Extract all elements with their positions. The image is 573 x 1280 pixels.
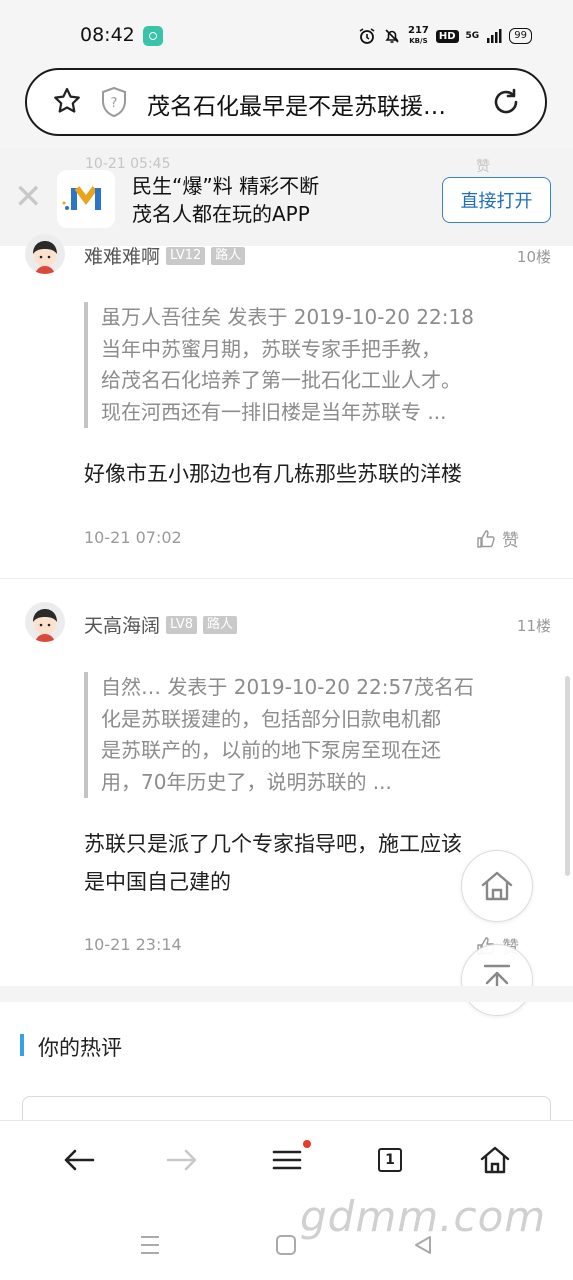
network-speed: 217 KB/S xyxy=(408,26,429,46)
forward-arrow-icon[interactable] xyxy=(162,1140,202,1180)
role-badge: 路人 xyxy=(203,615,238,634)
svg-text:?: ? xyxy=(111,96,118,111)
mute-bell-icon xyxy=(385,29,399,43)
banner-subline: 茂名人都在玩的APP xyxy=(132,202,310,226)
status-icons: 217 KB/S HD 5G 99 xyxy=(358,22,532,50)
home-nav-icon[interactable] xyxy=(275,1234,297,1260)
hot-comments-title: 你的热评 xyxy=(38,1036,122,1060)
username[interactable]: 难难难啊 xyxy=(84,242,160,269)
username[interactable]: 天高海阔 xyxy=(84,611,160,638)
user-info: 天高海阔 LV8 路人 xyxy=(84,611,238,638)
open-app-button[interactable]: 直接打开 xyxy=(442,177,551,223)
browser-home-icon[interactable] xyxy=(475,1140,515,1180)
tab-count: 1 xyxy=(378,1148,402,1172)
close-icon[interactable]: ✕ xyxy=(14,180,43,214)
tabs-button[interactable]: 1 xyxy=(370,1140,410,1180)
battery-indicator: 99 xyxy=(509,28,532,44)
hd-badge: HD xyxy=(435,29,459,43)
like-button[interactable]: 赞 xyxy=(476,526,519,551)
quoted-comment[interactable]: 虽万人吾往矣 发表于 2019-10-20 22:18 当年中苏蜜月期，苏联专家… xyxy=(84,302,541,428)
quote-line: 用，70年历史了，说明苏联的 ... xyxy=(101,769,392,794)
avatar[interactable] xyxy=(25,234,65,274)
shield-question-icon[interactable]: ? xyxy=(100,86,128,118)
comment-divider xyxy=(0,578,573,579)
comment-line: 好像市五小那边也有几栋那些苏联的洋楼 xyxy=(84,462,462,486)
alarm-icon xyxy=(359,28,375,44)
level-badge: LV12 xyxy=(166,246,206,265)
hidden-like: 赞 xyxy=(476,159,490,175)
quote-line: 自然… 发表于 2019-10-20 22:57茂名石 xyxy=(101,675,474,699)
comment-text: 好像市五小那边也有几栋那些苏联的洋楼 xyxy=(84,455,544,493)
star-icon[interactable] xyxy=(52,86,82,122)
level-badge: LV8 xyxy=(166,615,197,634)
recents-icon[interactable] xyxy=(138,1234,162,1260)
menu-icon[interactable] xyxy=(267,1140,307,1180)
back-arrow-icon[interactable] xyxy=(59,1140,99,1180)
user-info: 难难难啊 LV12 路人 xyxy=(84,242,246,269)
floor-number: 10楼 xyxy=(516,248,551,266)
reload-icon[interactable] xyxy=(490,86,522,118)
notification-app-icon xyxy=(143,26,163,46)
quote-line: 是苏联产的，以前的地下泵房至现在还 xyxy=(101,738,441,762)
like-label: 赞 xyxy=(502,531,519,551)
floor-number: 11楼 xyxy=(516,617,551,635)
section-accent-bar xyxy=(20,1034,24,1056)
home-icon[interactable] xyxy=(461,850,533,922)
speed-unit: KB/S xyxy=(409,37,428,45)
speed-value: 217 xyxy=(408,25,429,36)
quote-line: 当年中苏蜜月期，苏联专家手把手教， xyxy=(101,336,441,361)
comment-time: 10-21 07:02 xyxy=(84,528,182,547)
section-separator xyxy=(0,986,573,1002)
banner-headline: 民生“爆”料 精彩不断 xyxy=(132,174,320,198)
notification-dot xyxy=(303,1140,311,1148)
quote-line: 化是苏联援建的，包括部分旧款电机都 xyxy=(101,706,441,731)
app-logo xyxy=(57,170,115,228)
avatar[interactable] xyxy=(25,602,65,642)
thumbs-up-icon xyxy=(477,529,495,548)
back-to-top-icon[interactable] xyxy=(461,944,533,1016)
comment-time: 10-21 23:14 xyxy=(84,935,182,954)
role-badge: 路人 xyxy=(211,246,246,265)
watermark: gdmm.com xyxy=(300,1192,547,1241)
quote-line: 现在河西还有一排旧楼是当年苏联专 ... xyxy=(101,399,447,424)
quote-line: 虽万人吾往矣 发表于 2019-10-20 22:18 xyxy=(101,305,474,329)
signal-icon xyxy=(487,29,502,43)
url-title[interactable]: 茂名石化最早是不是苏联援… xyxy=(147,87,446,121)
quoted-comment[interactable]: 自然… 发表于 2019-10-20 22:57茂名石 化是苏联援建的，包括部分… xyxy=(84,672,541,798)
signal-type: 5G xyxy=(465,31,480,41)
status-time: 08:42 xyxy=(80,24,135,46)
scrollbar[interactable] xyxy=(565,676,570,876)
quote-line: 给茂名石化培养了第一批石化工业人才。 xyxy=(101,368,461,392)
